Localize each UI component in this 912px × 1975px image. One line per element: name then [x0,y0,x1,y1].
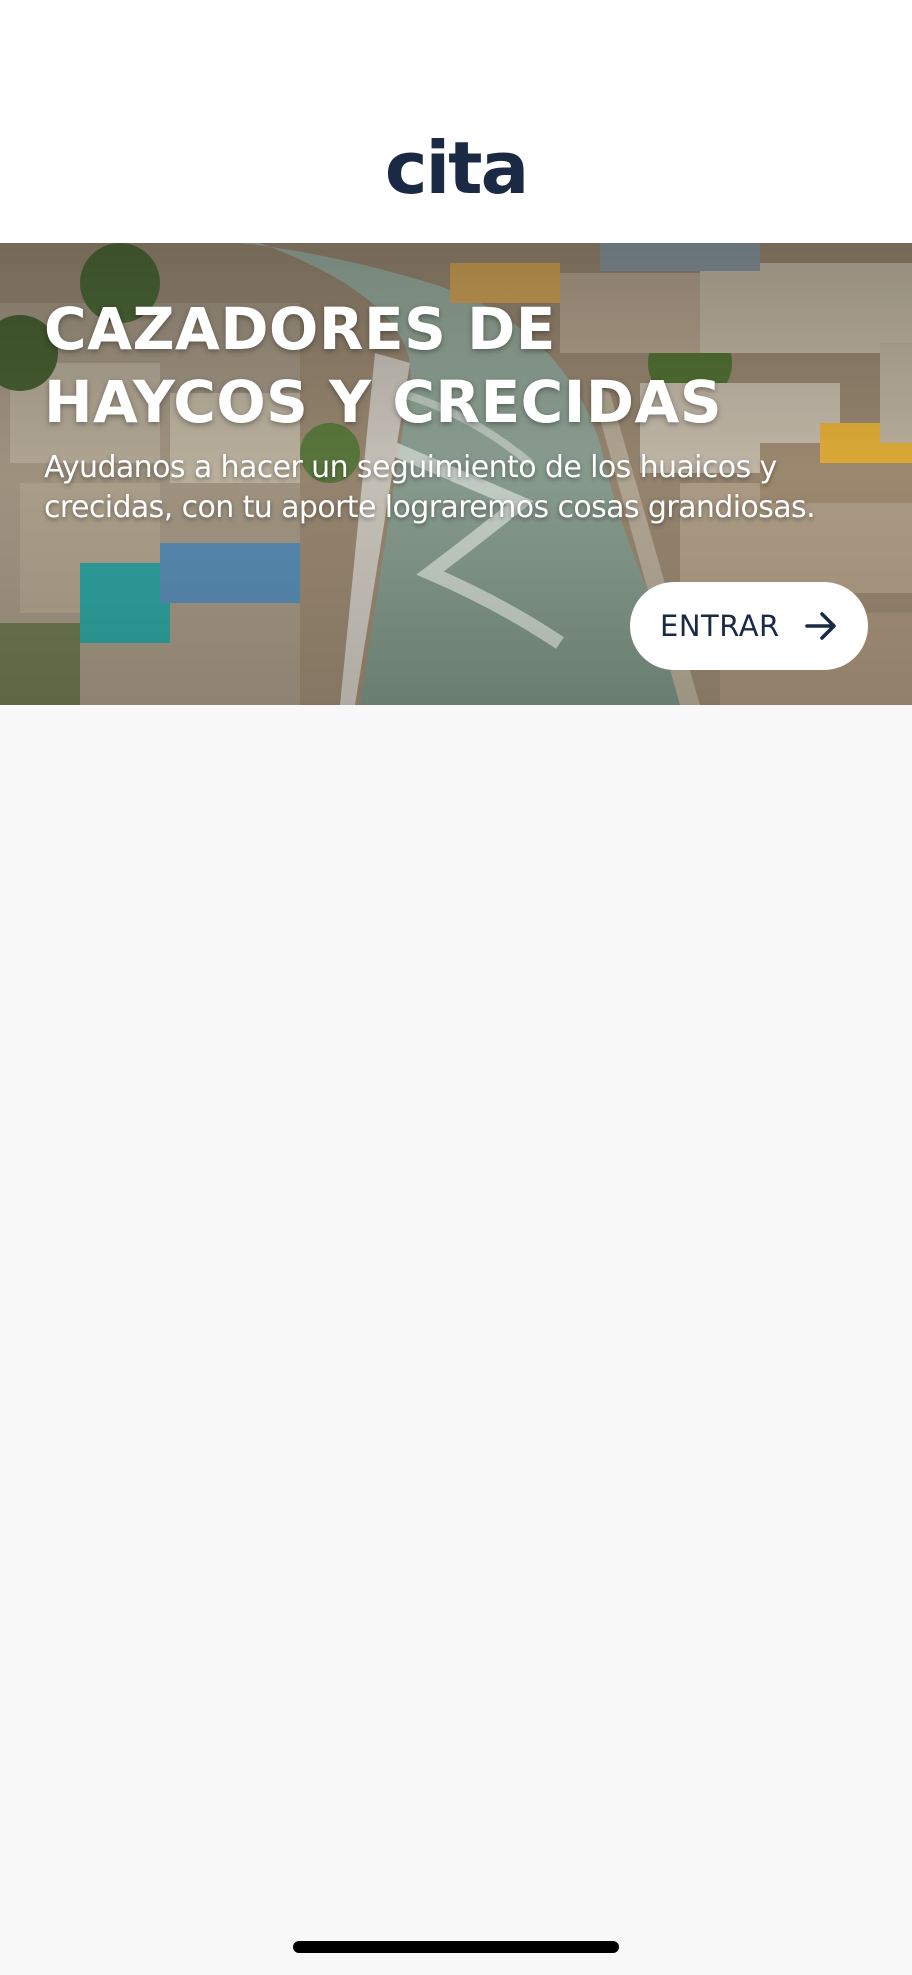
hero-title: CAZADORES DE HAYCOS Y CRECIDAS [44,293,804,439]
app-header: cita [0,0,912,243]
hero-title-line-2: HAYCOS Y CRECIDAS [44,368,723,436]
home-indicator [293,1941,619,1953]
cita-logo: cita [384,126,529,210]
hero-subtitle-line-1: Ayudanos a hacer un seguimiento de los h… [44,450,777,485]
hero-subtitle-line-2: crecidas, con tu aporte lograremos cosas… [44,490,816,525]
hero-subtitle: Ayudanos a hacer un seguimiento de los h… [44,448,874,528]
enter-button-label: ENTRAR [660,609,780,643]
enter-button[interactable]: ENTRAR [630,582,868,670]
hero-banner: CAZADORES DE HAYCOS Y CRECIDAS Ayudanos … [0,243,912,705]
hero-title-line-1: CAZADORES DE [44,295,556,363]
arrow-right-icon [805,612,836,640]
